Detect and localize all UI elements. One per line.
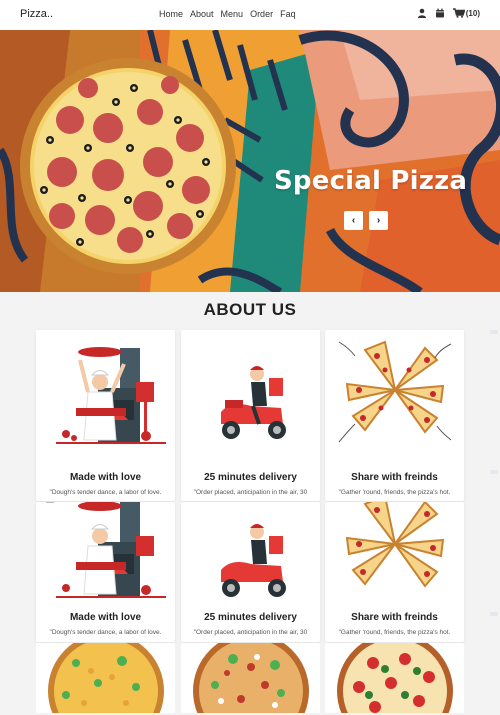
carousel-next-button[interactable]: › — [369, 211, 388, 230]
card-title: Share with freinds — [351, 472, 438, 483]
calendar-icon[interactable] — [435, 8, 445, 18]
nav-menu[interactable]: Menu — [221, 9, 244, 19]
menu-item-card[interactable] — [36, 643, 175, 713]
menu-item-card[interactable] — [325, 643, 464, 713]
chef-illustration — [56, 347, 166, 444]
about-section-title: ABOUT US — [203, 300, 297, 319]
feature-card-love: Made with love "Dough's tender dance, a … — [36, 330, 175, 501]
cart-icon — [452, 8, 465, 18]
feature-card-delivery: 25 minutes delivery "Order placed, antic… — [181, 502, 320, 642]
pizza-image — [48, 643, 164, 713]
pizza-image — [193, 643, 309, 713]
card-title: Made with love — [69, 612, 142, 623]
nav-actions: (10) — [417, 8, 480, 18]
feature-card-share: Share with freinds "Gather 'round, frien… — [325, 330, 464, 501]
card-title: Made with love — [69, 472, 142, 483]
card-description: "Gather 'round, friends, the pizza's hot… — [338, 489, 451, 496]
main-menu: Home About Menu Order Faq — [159, 9, 296, 19]
card-title: 25 minutes delivery — [204, 472, 297, 483]
feature-card-delivery: 25 minutes delivery "Order placed, antic… — [181, 330, 320, 501]
sharing-pizza-illustration — [338, 340, 452, 443]
delivery-scooter-illustration — [221, 366, 286, 439]
carousel-prev-button[interactable]: ‹ — [344, 211, 363, 230]
menu-item-card[interactable] — [181, 643, 320, 713]
scroll-indicator — [490, 612, 498, 616]
cart-button[interactable]: (10) — [452, 8, 480, 18]
card-title: Share with freinds — [351, 612, 438, 623]
hero-title: Special Pizza — [274, 166, 468, 196]
card-description: "Order placed, anticipation in the air, … — [193, 629, 308, 636]
brand-logo[interactable]: Pizza.. — [20, 8, 53, 20]
cart-count: (10) — [465, 8, 480, 18]
scroll-indicator — [490, 470, 498, 474]
pizza-image — [337, 643, 453, 713]
nav-home[interactable]: Home — [159, 9, 183, 19]
card-description: "Dough's tender dance, a labor of love. — [49, 489, 162, 496]
hero-background-image — [0, 30, 500, 292]
card-description: "Order placed, anticipation in the air, … — [193, 489, 308, 496]
feature-card-love: Made with love "Dough's tender dance, a … — [36, 502, 175, 642]
top-navbar: Pizza.. Home About Menu Order Faq (10) — [0, 0, 500, 30]
nav-order[interactable]: Order — [250, 9, 273, 19]
sharing-pizza-illustration — [345, 502, 445, 588]
card-title: 25 minutes delivery — [204, 612, 297, 623]
card-description: "Dough's tender dance, a labor of love. — [49, 629, 162, 636]
nav-faq[interactable]: Faq — [280, 9, 296, 19]
feature-card-share: Share with freinds "Gather 'round, frien… — [325, 502, 464, 642]
nav-about[interactable]: About — [190, 9, 214, 19]
hero-carousel: Special Pizza ‹ › — [0, 30, 500, 292]
card-description: "Gather 'round, friends, the pizza's hot… — [338, 629, 451, 636]
scroll-indicator — [490, 330, 498, 334]
chef-illustration — [56, 502, 166, 598]
delivery-scooter-illustration — [221, 524, 286, 597]
divider — [46, 502, 54, 503]
user-icon[interactable] — [417, 8, 427, 18]
